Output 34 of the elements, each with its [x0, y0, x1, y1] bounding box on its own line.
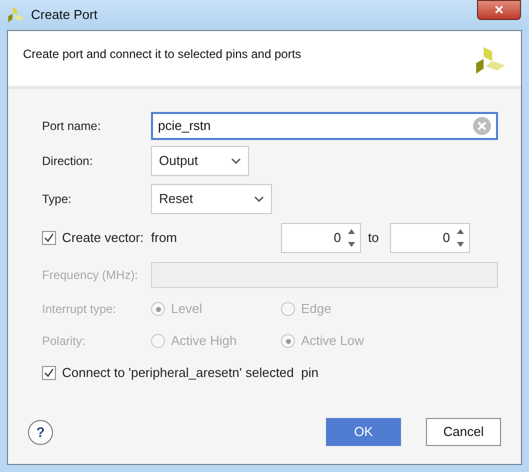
port-name-field[interactable]: pcie_rstn [151, 112, 498, 140]
cancel-button[interactable]: Cancel [426, 418, 501, 446]
spinner-arrows-icon[interactable] [347, 227, 356, 249]
checkbox-label: Create vector: [62, 229, 144, 248]
close-button[interactable]: ✕ [477, 0, 521, 20]
chevron-down-icon [254, 196, 264, 202]
direction-dropdown[interactable]: Output [151, 146, 249, 176]
app-logo-icon [7, 6, 25, 24]
field-label: Frequency (MHz): [42, 267, 140, 284]
field-label: Direction: [42, 153, 94, 170]
field-label: Type: [42, 191, 72, 208]
radio-label: Active High [171, 332, 237, 350]
ok-button[interactable]: OK [326, 418, 401, 446]
from-label: from [151, 229, 178, 248]
radio-label: Level [171, 300, 202, 318]
help-button[interactable]: ? [28, 420, 53, 444]
field-label: Port name: [42, 118, 102, 135]
checkbox[interactable] [42, 366, 56, 380]
dialog-description: Create port and connect it to selected pins and ports [23, 46, 302, 63]
checkbox[interactable] [42, 231, 56, 245]
checkbox-label: Connect to 'peripheral_aresetn' selected pin [62, 364, 318, 382]
radio-label: Active Low [301, 332, 364, 350]
from-spinner[interactable]: 0 [281, 223, 361, 253]
spinner-arrows-icon[interactable] [456, 227, 465, 249]
frequency-field[interactable] [151, 262, 498, 288]
radio-label: Edge [301, 300, 332, 318]
clear-icon[interactable] [473, 117, 491, 135]
to-label: to [367, 229, 380, 248]
chevron-down-icon [231, 158, 241, 164]
field-label: Polarity: [42, 333, 86, 350]
to-spinner[interactable]: 0 [390, 223, 470, 253]
type-dropdown[interactable]: Reset [151, 184, 272, 214]
field-label: Interrupt type: [42, 301, 118, 318]
window-title: Create Port [31, 6, 98, 24]
